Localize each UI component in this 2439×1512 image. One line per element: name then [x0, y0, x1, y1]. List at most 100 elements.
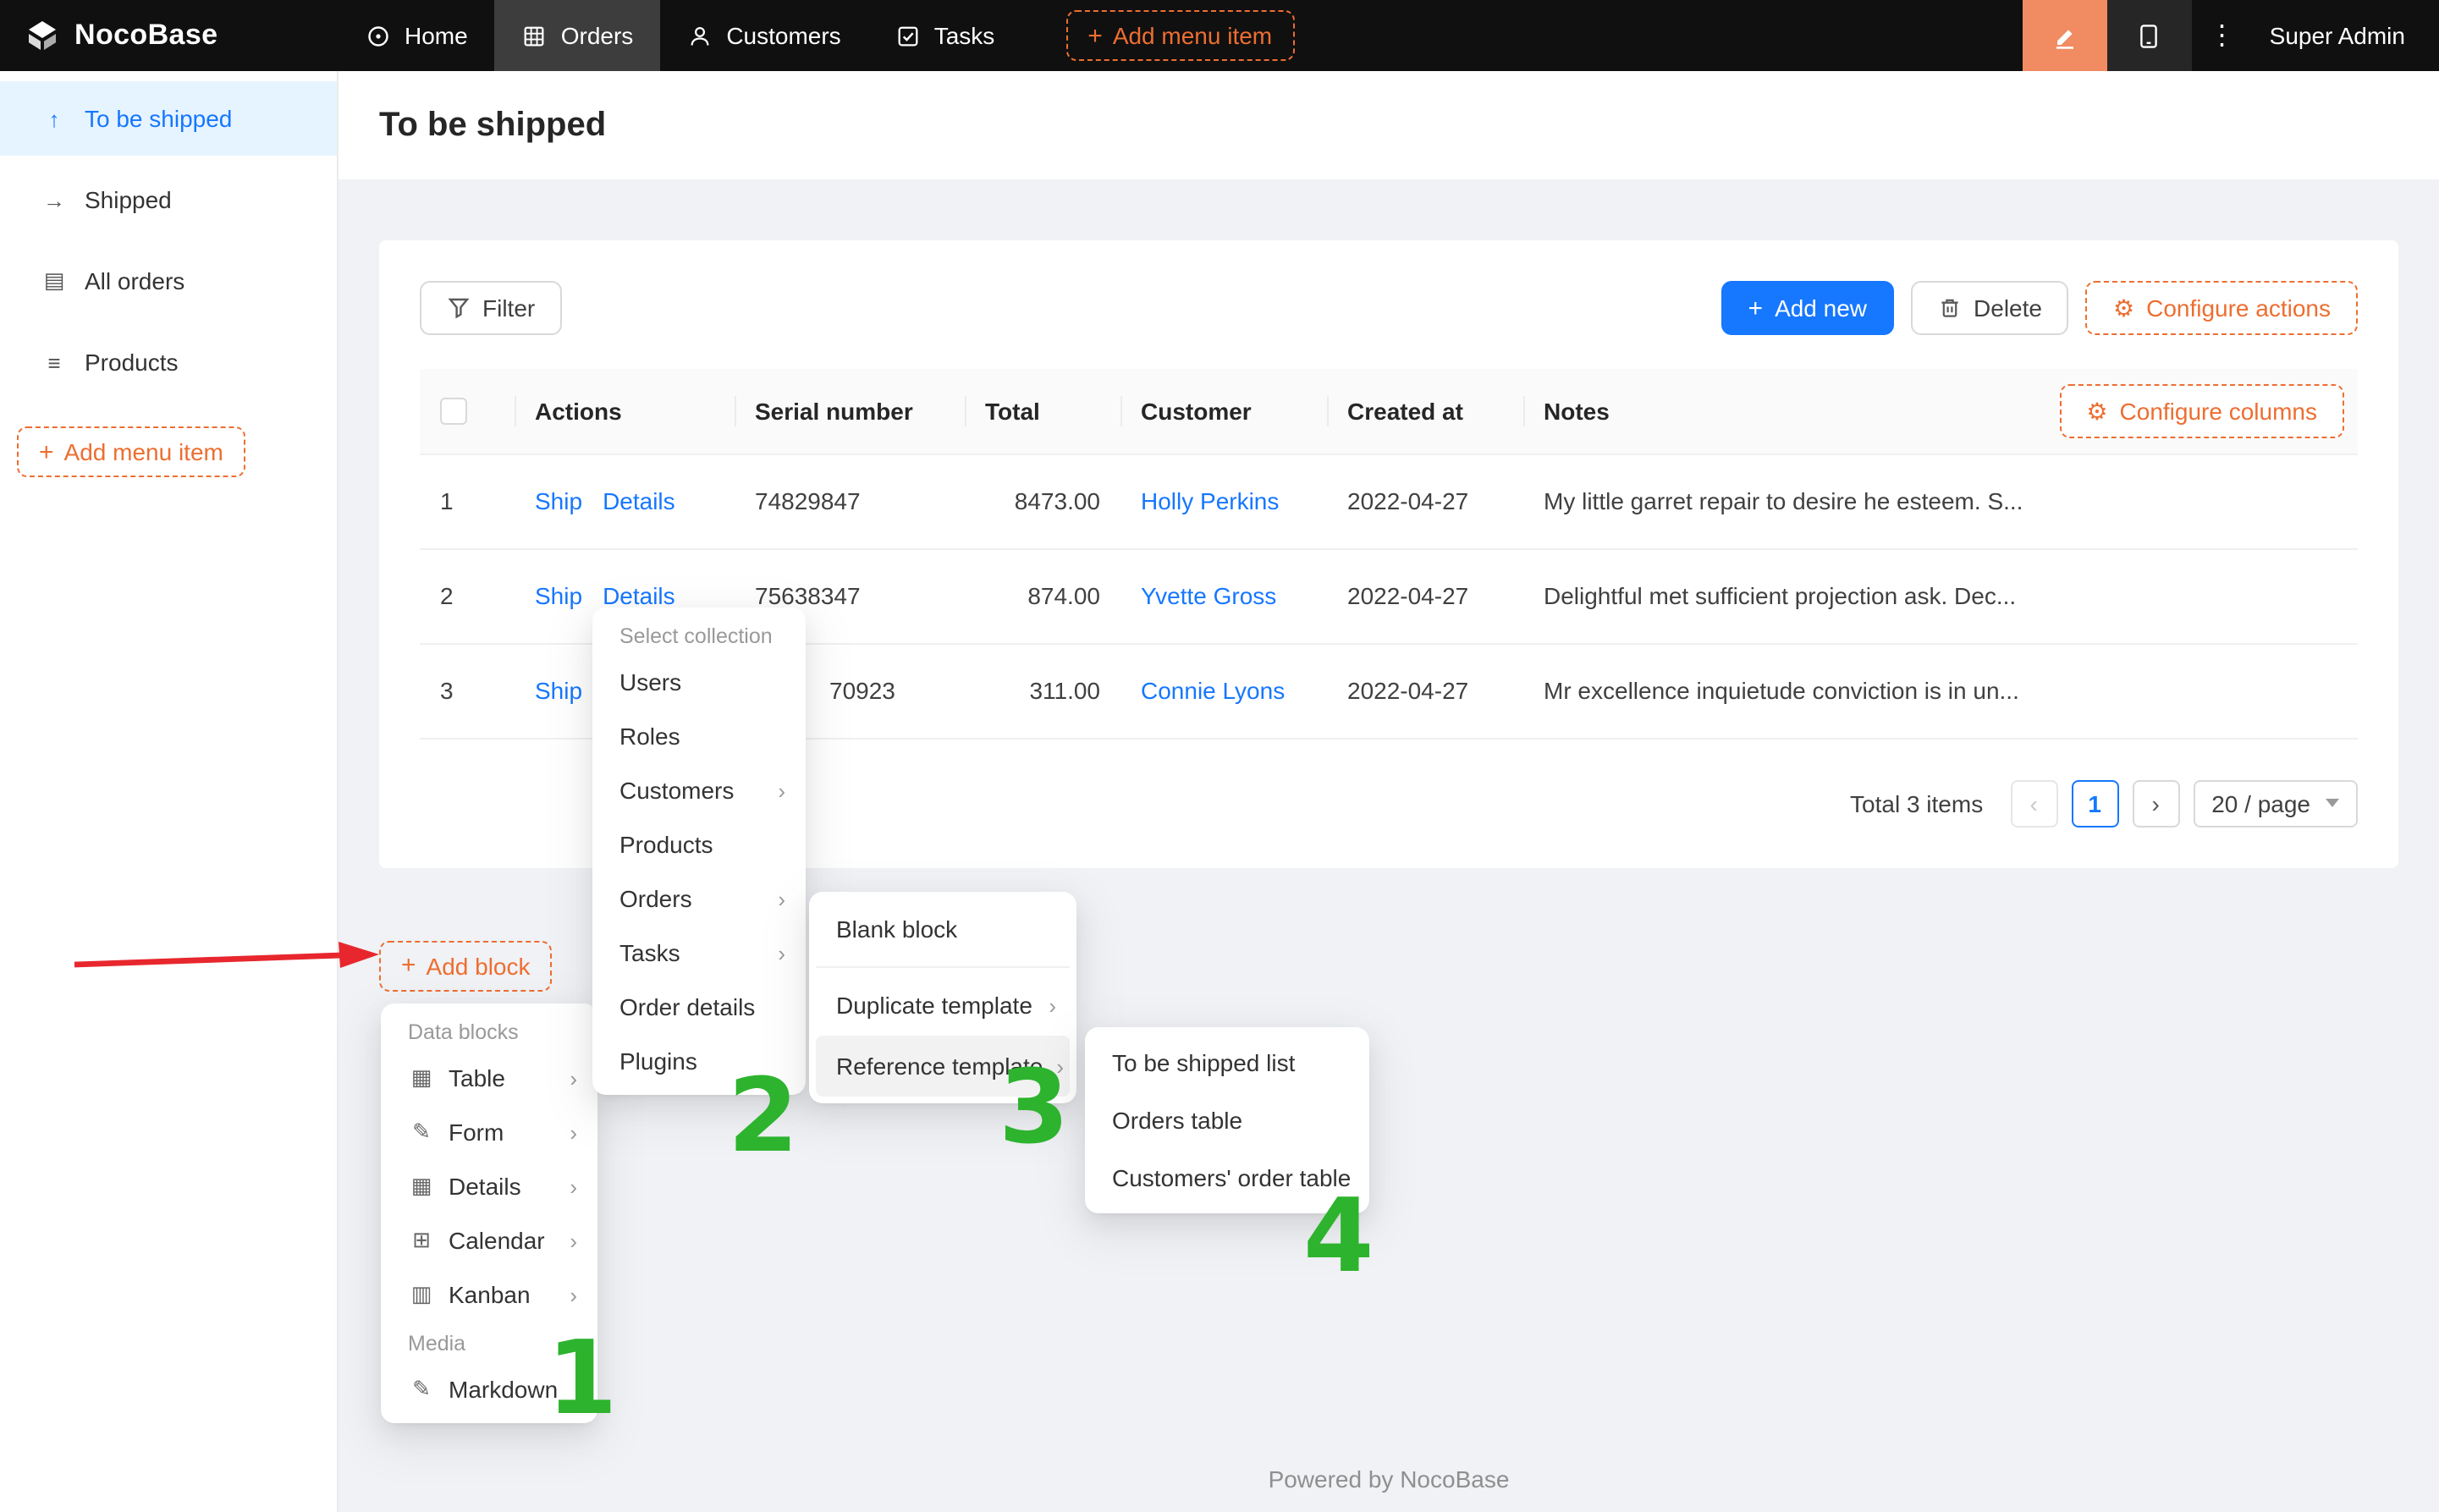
footer-text: Powered by NocoBase: [339, 1465, 2439, 1493]
annotation-step-4: 4: [1303, 1186, 1374, 1288]
annotation-step-1: 1: [547, 1328, 618, 1430]
arrow-up-icon: ↑: [41, 106, 68, 131]
add-block-label: Add block: [427, 952, 531, 979]
form-icon: ✎: [408, 1119, 435, 1146]
mobile-preview-button[interactable]: [2107, 0, 2192, 71]
menu-item-users[interactable]: Users: [599, 655, 799, 709]
sidebar-add-menu-item-button[interactable]: + Add menu item: [17, 426, 245, 477]
nav-item-label: Home: [405, 22, 468, 49]
pagination-total: Total 3 items: [1850, 789, 1983, 816]
tablet-icon: [2135, 21, 2164, 50]
column-header-serial-number: Serial number: [735, 369, 965, 454]
menu-item-label: Users: [619, 668, 785, 696]
menu-item-roles[interactable]: Roles: [599, 709, 799, 763]
sidebar-item-shipped[interactable]: → Shipped: [0, 162, 337, 237]
total-cell: 874.00: [965, 548, 1120, 643]
customer-cell: Holly Perkins: [1120, 454, 1327, 548]
screenshot-stage: NocoBase Home Orders Customers Tasks + A…: [0, 0, 2439, 1512]
customer-cell: Yvette Gross: [1120, 548, 1327, 643]
sidebar-item-all-orders[interactable]: ▤ All orders: [0, 244, 337, 318]
chevron-right-icon: ›: [570, 1174, 577, 1199]
configure-actions-button[interactable]: ⚙ Configure actions: [2086, 281, 2358, 335]
navbar-right: ⋮ Super Admin: [2023, 0, 2439, 71]
notes-cell: Delightful met sufficient projection ask…: [1523, 548, 2358, 643]
nav-item-label: Orders: [561, 22, 634, 49]
next-page-button[interactable]: ›: [2132, 779, 2179, 827]
filter-label: Filter: [482, 294, 535, 322]
plus-icon: +: [401, 953, 416, 978]
sidebar-item-label: Shipped: [85, 186, 172, 213]
kanban-icon: ▥: [408, 1281, 435, 1308]
details-link[interactable]: Details: [603, 487, 675, 514]
menu-item-kanban[interactable]: ▥ Kanban ›: [388, 1267, 591, 1322]
filter-button[interactable]: Filter: [420, 281, 562, 335]
nocobase-logo[interactable]: NocoBase: [0, 0, 339, 71]
nav-item-orders[interactable]: Orders: [495, 0, 661, 71]
add-new-button[interactable]: + Add new: [1721, 281, 1895, 335]
customers-icon: [687, 23, 713, 48]
menu-item-calendar[interactable]: ⊞ Calendar ›: [388, 1213, 591, 1267]
file-icon: ▤: [41, 267, 68, 294]
menu-item-table[interactable]: ▦ Table ›: [388, 1051, 591, 1105]
menu-item-to-be-shipped-list[interactable]: To be shipped list: [1092, 1034, 1363, 1091]
row-actions: Ship Details: [515, 454, 735, 548]
add-block-button[interactable]: + Add block: [379, 940, 553, 991]
customer-link[interactable]: Connie Lyons: [1141, 677, 1285, 704]
customer-link[interactable]: Yvette Gross: [1141, 582, 1276, 609]
menu-item-duplicate-template[interactable]: Duplicate template ›: [816, 975, 1070, 1036]
menu-item-order-details[interactable]: Order details: [599, 980, 799, 1034]
ship-link[interactable]: Ship: [535, 677, 582, 704]
trash-icon: [1938, 296, 1962, 320]
home-icon: [366, 23, 391, 48]
ship-link[interactable]: Ship: [535, 582, 582, 609]
configure-columns-button[interactable]: ⚙ Configure columns: [2059, 384, 2344, 438]
total-cell: 8473.00: [965, 454, 1120, 548]
ship-link[interactable]: Ship: [535, 487, 582, 514]
nav-item-customers[interactable]: Customers: [660, 0, 867, 71]
menu-item-tasks[interactable]: Tasks ›: [599, 926, 799, 980]
red-arrow-annotation: [71, 936, 384, 980]
menu-item-label: Blank block: [836, 915, 1056, 943]
customer-link[interactable]: Holly Perkins: [1141, 487, 1279, 514]
sidebar-item-label: All orders: [85, 267, 184, 294]
menu-item-orders[interactable]: Orders ›: [599, 871, 799, 926]
menu-divider: [816, 966, 1070, 968]
more-actions-button[interactable]: ⋮: [2192, 19, 2253, 52]
delete-button[interactable]: Delete: [1911, 281, 2069, 335]
menu-item-blank-block[interactable]: Blank block: [816, 899, 1070, 959]
menu-item-details[interactable]: ▦ Details ›: [388, 1159, 591, 1213]
details-link[interactable]: Details: [603, 582, 675, 609]
orders-grid-icon: [522, 23, 548, 48]
menu-item-customers[interactable]: Customers ›: [599, 763, 799, 817]
menu-item-orders-table[interactable]: Orders table: [1092, 1091, 1363, 1149]
menu-item-label: Customers: [619, 777, 764, 804]
user-menu[interactable]: Super Admin: [2253, 22, 2439, 49]
select-collection-menu: Select collection Users Roles Customers …: [592, 608, 806, 1095]
menu-item-products[interactable]: Products: [599, 817, 799, 871]
page-size-select[interactable]: 20 / page: [2193, 779, 2358, 827]
menu-item-label: Orders table: [1112, 1107, 1349, 1134]
add-menu-item-button[interactable]: + Add menu item: [1065, 10, 1294, 61]
column-header-actions: Actions: [515, 369, 735, 454]
nav-item-tasks[interactable]: Tasks: [868, 0, 1022, 71]
sidebar-item-products[interactable]: ≡ Products: [0, 325, 337, 399]
nav-item-label: Customers: [726, 22, 840, 49]
add-new-label: Add new: [1775, 294, 1867, 322]
sidebar-item-to-be-shipped[interactable]: ↑ To be shipped: [0, 81, 337, 156]
chevron-right-icon: ›: [778, 886, 785, 911]
caret-down-icon: [2326, 799, 2339, 807]
nav-item-home[interactable]: Home: [339, 0, 495, 71]
notes-cell: My little garret repair to desire he est…: [1523, 454, 2358, 548]
prev-page-button[interactable]: ‹: [2010, 779, 2057, 827]
column-header-created-at: Created at: [1327, 369, 1523, 454]
created-at-cell: 2022-04-27: [1327, 643, 1523, 738]
menu-item-label: Table: [449, 1064, 556, 1091]
current-page-button[interactable]: 1: [2071, 779, 2118, 827]
ui-editor-button[interactable]: [2023, 0, 2107, 71]
customer-cell: Connie Lyons: [1120, 643, 1327, 738]
menu-item-form[interactable]: ✎ Form ›: [388, 1105, 591, 1159]
select-all-checkbox[interactable]: [440, 399, 467, 426]
details-icon: ▦: [408, 1173, 435, 1200]
delete-label: Delete: [1974, 294, 2042, 322]
configure-columns-label: Configure columns: [2120, 398, 2317, 425]
